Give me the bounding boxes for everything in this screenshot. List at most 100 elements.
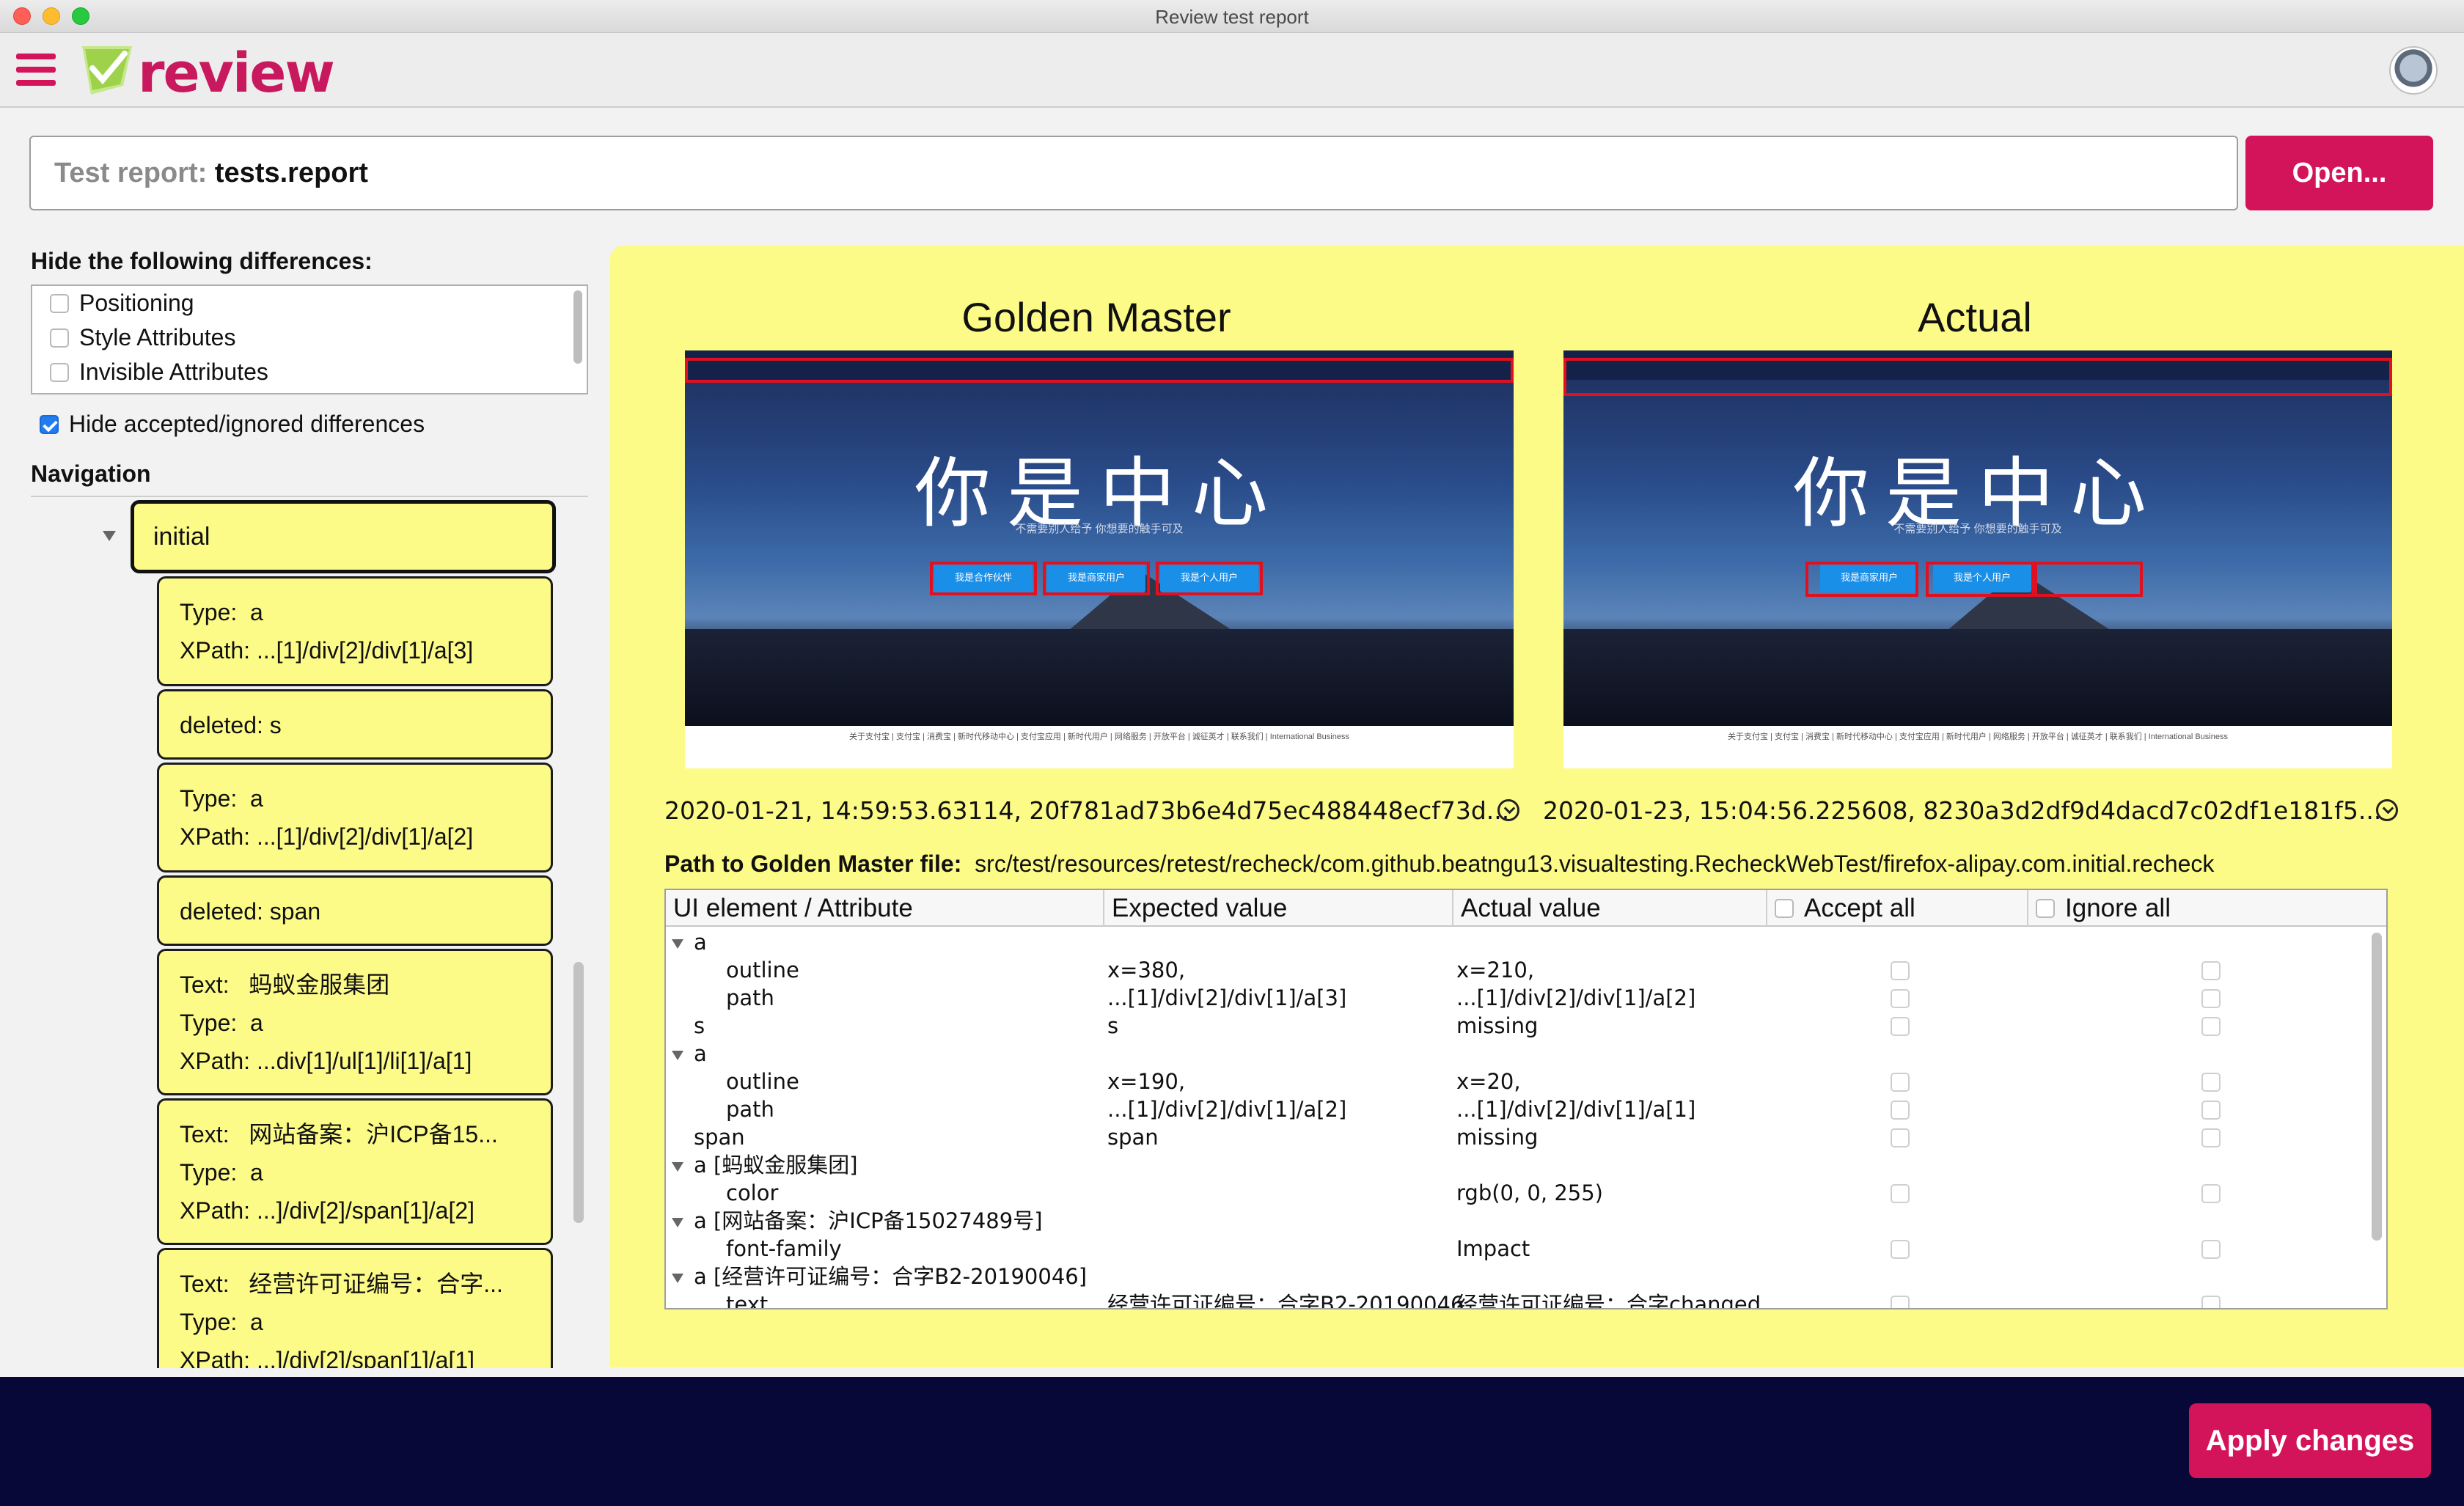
table-row[interactable]: a [经营许可证编号：合字B2-20190046] xyxy=(666,1263,2367,1290)
nav-root-initial[interactable]: initial xyxy=(131,500,556,573)
filter-label: Positioning xyxy=(79,290,194,316)
nav-line: XPath: ...]/div[2]/span[1]/a[1] xyxy=(180,1347,475,1368)
menu-icon[interactable] xyxy=(16,54,56,86)
navigation-title: Navigation xyxy=(31,460,151,487)
accept-checkbox[interactable] xyxy=(1891,1128,1910,1147)
filter-list-scrollbar[interactable] xyxy=(573,290,582,364)
difference-highlight xyxy=(1805,562,1918,597)
filter-positioning[interactable]: Positioning xyxy=(32,286,587,320)
apply-changes-button[interactable]: Apply changes xyxy=(2189,1403,2431,1478)
nav-item[interactable]: Text: 蚂蚁金服集团 Type: a XPath: ...div[1]/ul… xyxy=(157,949,553,1095)
nav-line: XPath: ...]/div[2]/span[1]/a[2] xyxy=(180,1197,475,1224)
table-row[interactable]: a xyxy=(666,928,2367,956)
collapse-arrow-icon[interactable] xyxy=(672,1050,683,1060)
positioning-checkbox[interactable] xyxy=(50,293,69,313)
nav-line: deleted: span xyxy=(180,898,321,925)
actual-screenshot[interactable]: 你是中心 不需要别人给予 你想要的触手可及 我是商家用户 我是个人用户 xyxy=(1563,350,2392,732)
table-scrollbar[interactable] xyxy=(2372,933,2382,1241)
nav-line: Text: 网站备案：沪ICP备15... xyxy=(180,1121,498,1147)
style-attributes-checkbox[interactable] xyxy=(50,328,69,348)
accept-all-label: Accept all xyxy=(1804,894,1915,922)
window-titlebar: Review test report xyxy=(0,0,2464,33)
table-row[interactable]: a xyxy=(666,1040,2367,1068)
table-row[interactable]: span span missing xyxy=(666,1123,2367,1151)
table-row[interactable]: text 经营许可证编号：合字B2-20190046 经营许可证编号：合字chang… xyxy=(666,1290,2367,1308)
nav-item[interactable]: Type: a XPath: ...[1]/div[2]/div[1]/a[2] xyxy=(157,763,553,873)
golden-screenshot-footer: 关于支付宝 | 支付宝 | 消费宝 | 新时代移动中心 | 支付宝应用 | 新时… xyxy=(685,726,1514,768)
nav-item[interactable]: Type: a XPath: ...[1]/div[2]/div[1]/a[3] xyxy=(157,576,553,686)
filter-style-attributes[interactable]: Style Attributes xyxy=(32,320,587,355)
path-value: src/test/resources/retest/recheck/com.gi… xyxy=(975,851,2215,877)
logo-mark-icon xyxy=(82,46,132,95)
app-header: review xyxy=(0,33,2464,108)
table-header: UI element / Attribute Expected value Ac… xyxy=(666,890,2386,927)
collapse-arrow-icon[interactable] xyxy=(672,1273,683,1283)
hide-accepted-checkbox[interactable] xyxy=(40,414,59,434)
collapse-arrow-icon[interactable] xyxy=(672,1161,683,1172)
accept-checkbox[interactable] xyxy=(1891,1184,1910,1203)
open-button[interactable]: Open... xyxy=(2245,136,2433,210)
table-row[interactable]: path ...[1]/div[2]/div[1]/a[3] ...[1]/div[… xyxy=(666,984,2367,1012)
difference-highlight xyxy=(930,562,1037,595)
ignore-checkbox[interactable] xyxy=(2201,1101,2221,1120)
collapse-arrow-icon[interactable] xyxy=(672,939,683,949)
nav-line: Type: a xyxy=(180,1159,263,1186)
nav-item[interactable]: deleted: s xyxy=(157,689,553,760)
column-header-actual: Actual value xyxy=(1453,890,1767,927)
invisible-attributes-checkbox[interactable] xyxy=(50,362,69,382)
ignore-all-checkbox[interactable] xyxy=(2036,899,2055,918)
table-row[interactable]: outline x=190, x=20, xyxy=(666,1068,2367,1095)
nav-line: Text: 经营许可证编号：合字... xyxy=(180,1271,503,1297)
app-logo: review xyxy=(81,39,335,105)
accept-checkbox[interactable] xyxy=(1891,1296,1910,1308)
table-row[interactable]: a [网站备案：沪ICP备15027489号] xyxy=(666,1207,2367,1235)
accept-checkbox[interactable] xyxy=(1891,961,1910,980)
nav-line: Type: a xyxy=(180,1309,263,1335)
foreground-image xyxy=(685,629,1514,732)
nav-item[interactable]: Text: 经营许可证编号：合字... Type: a XPath: ...]/… xyxy=(157,1248,553,1368)
accept-checkbox[interactable] xyxy=(1891,1101,1910,1120)
table-row[interactable]: font-family Impact xyxy=(666,1235,2367,1263)
table-row[interactable]: path ...[1]/div[2]/div[1]/a[2] ...[1]/div[… xyxy=(666,1095,2367,1123)
table-row[interactable]: color rgb(0, 0, 255) xyxy=(666,1179,2367,1207)
ignore-checkbox[interactable] xyxy=(2201,1184,2221,1203)
ignore-checkbox[interactable] xyxy=(2201,1017,2221,1036)
ignore-all-header[interactable]: Ignore all xyxy=(2028,890,2386,927)
screenshot-subtitle: 不需要别人给予 你想要的触手可及 xyxy=(1893,523,2062,535)
expand-arrow-icon[interactable] xyxy=(103,531,116,541)
nav-line: deleted: s xyxy=(180,712,282,738)
ignore-checkbox[interactable] xyxy=(2201,1240,2221,1259)
hide-accepted-option[interactable]: Hide accepted/ignored differences xyxy=(40,411,425,438)
ignore-checkbox[interactable] xyxy=(2201,961,2221,980)
table-row[interactable]: outline x=380, x=210, xyxy=(666,956,2367,984)
navigation-tree: initial Type: a XPath: ...[1]/div[2]/div… xyxy=(31,496,588,1368)
ignore-checkbox[interactable] xyxy=(2201,1296,2221,1308)
accept-checkbox[interactable] xyxy=(1891,1240,1910,1259)
golden-master-screenshot[interactable]: 你是中心 不需要别人给予 你想要的触手可及 我是合作伙伴 我是商家用户 我是个人… xyxy=(685,350,1514,732)
table-row[interactable]: a [蚂蚁金服集团] xyxy=(666,1151,2367,1179)
test-report-field[interactable]: Test report: tests.report xyxy=(29,136,2238,210)
user-avatar[interactable] xyxy=(2389,46,2438,95)
chevron-down-icon[interactable] xyxy=(1497,799,1519,821)
difference-highlight xyxy=(2034,562,2143,597)
accept-all-checkbox[interactable] xyxy=(1775,899,1794,918)
nav-line: XPath: ...[1]/div[2]/div[1]/a[2] xyxy=(180,823,474,850)
hide-differences-list: Positioning Style Attributes Invisible A… xyxy=(31,284,588,394)
ignore-checkbox[interactable] xyxy=(2201,1073,2221,1092)
nav-item[interactable]: Text: 网站备案：沪ICP备15... Type: a XPath: ...… xyxy=(157,1098,553,1245)
navigation-scrollbar[interactable] xyxy=(573,962,584,1223)
difference-highlight xyxy=(1563,358,2392,396)
table-row[interactable]: s s missing xyxy=(666,1012,2367,1040)
nav-item[interactable]: deleted: span xyxy=(157,875,553,946)
actual-title: Actual xyxy=(1918,294,2032,340)
chevron-down-icon[interactable] xyxy=(2376,799,2398,821)
accept-checkbox[interactable] xyxy=(1891,1017,1910,1036)
accept-checkbox[interactable] xyxy=(1891,989,1910,1008)
ignore-checkbox[interactable] xyxy=(2201,989,2221,1008)
ignore-checkbox[interactable] xyxy=(2201,1128,2221,1147)
accept-checkbox[interactable] xyxy=(1891,1073,1910,1092)
collapse-arrow-icon[interactable] xyxy=(672,1217,683,1227)
column-header-element: UI element / Attribute xyxy=(666,890,1104,927)
filter-invisible-attributes[interactable]: Invisible Attributes xyxy=(32,355,587,389)
accept-all-header[interactable]: Accept all xyxy=(1767,890,2028,927)
